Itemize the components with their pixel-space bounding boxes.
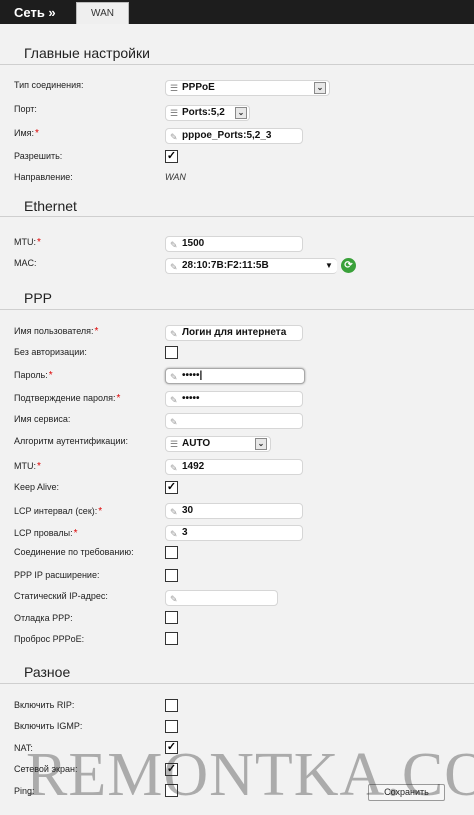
username-input[interactable]: ✎ Логин для интернета: [165, 325, 303, 341]
conn-type-label: Тип соединения:: [14, 80, 84, 90]
lcp-interval-label: LCP интервал (сек):*: [14, 506, 103, 517]
section-title-ethernet: Ethernet: [24, 198, 77, 214]
required-asterisk: *: [37, 461, 41, 472]
required-asterisk: *: [37, 237, 41, 248]
auth-algo-value: AUTO: [182, 438, 211, 449]
on-demand-checkbox[interactable]: [165, 546, 178, 559]
rip-checkbox[interactable]: [165, 699, 178, 712]
triangle-down-icon[interactable]: ▼: [325, 261, 333, 270]
lcp-interval-input[interactable]: ✎ 30: [165, 503, 303, 519]
password-confirm-input[interactable]: ✎ •••••: [165, 391, 303, 407]
breadcrumb[interactable]: Сеть »: [14, 5, 56, 20]
service-label: Имя сервиса:: [14, 414, 71, 424]
on-demand-label: Соединение по требованию:: [14, 547, 134, 557]
name-label: Имя:*: [14, 128, 39, 139]
required-asterisk: *: [116, 393, 121, 404]
section-title-misc: Разное: [24, 664, 71, 680]
conn-type-value: PPPoE: [182, 82, 215, 93]
rip-label: Включить RIP:: [14, 700, 75, 710]
port-label: Порт:: [14, 104, 37, 114]
required-asterisk: *: [48, 370, 53, 381]
eth-mtu-input[interactable]: ✎ 1500: [165, 236, 303, 252]
auth-algo-select[interactable]: ☰ AUTO ⌄: [165, 436, 271, 452]
divider: [0, 216, 474, 217]
ppp-ip-ext-label: PPP IP расширение:: [14, 570, 100, 580]
static-ip-label: Статический IP-адрес:: [14, 591, 108, 601]
static-ip-input[interactable]: ✎: [165, 590, 278, 606]
required-asterisk: *: [35, 128, 39, 139]
igmp-label: Включить IGMP:: [14, 721, 83, 731]
refresh-icon[interactable]: ⟳: [341, 258, 356, 273]
top-bar: Сеть » WAN: [0, 0, 474, 24]
list-icon: ☰: [170, 83, 179, 93]
direction-value: WAN: [165, 172, 186, 182]
password-label: Пароль:*: [14, 370, 53, 381]
username-label: Имя пользователя:*: [14, 326, 99, 337]
tab-wan[interactable]: WAN: [76, 2, 129, 24]
igmp-checkbox[interactable]: [165, 720, 178, 733]
password-confirm-label: Подтверждение пароля:*: [14, 393, 121, 404]
section-title-ppp: PPP: [24, 290, 53, 306]
direction-label: Направление:: [14, 172, 73, 182]
service-input[interactable]: ✎: [165, 413, 303, 429]
pencil-icon: ✎: [170, 262, 178, 272]
noauth-checkbox[interactable]: [165, 346, 178, 359]
mac-label: MAC:: [14, 258, 37, 268]
keepalive-checkbox[interactable]: ✓: [165, 481, 178, 494]
pencil-icon: ✎: [170, 507, 178, 517]
pencil-icon: ✎: [170, 529, 178, 539]
ppp-ip-ext-checkbox[interactable]: [165, 569, 178, 582]
ppp-mtu-input[interactable]: ✎ 1492: [165, 459, 303, 475]
section-title-main: Главные настройки: [24, 45, 150, 61]
watermark: REMONTKA.COM: [26, 741, 474, 809]
pencil-icon: ✎: [170, 372, 178, 382]
list-icon: ☰: [170, 439, 179, 449]
ppp-mtu-label: MTU:*: [14, 461, 41, 472]
allow-label: Разрешить:: [14, 151, 63, 161]
pencil-icon: ✎: [170, 395, 178, 405]
divider: [0, 64, 474, 65]
pencil-icon: ✎: [170, 329, 178, 339]
pencil-icon: ✎: [170, 594, 178, 604]
noauth-label: Без авторизации:: [14, 347, 87, 357]
lcp-fails-input[interactable]: ✎ 3: [165, 525, 303, 541]
required-asterisk: *: [94, 326, 99, 337]
pencil-icon: ✎: [170, 417, 178, 427]
port-value: Ports:5,2: [182, 107, 225, 118]
chevron-down-icon[interactable]: ⌄: [235, 107, 247, 119]
allow-checkbox[interactable]: ✓: [165, 150, 178, 163]
divider: [0, 309, 474, 310]
auth-algo-label: Алгоритм аутентификации:: [14, 436, 129, 446]
keepalive-label: Keep Alive:: [14, 482, 60, 492]
password-input[interactable]: ✎ •••••|: [165, 368, 305, 384]
required-asterisk: *: [73, 528, 78, 539]
chevron-down-icon[interactable]: ⌄: [255, 438, 267, 450]
chevron-down-icon[interactable]: ⌄: [314, 82, 326, 94]
debug-checkbox[interactable]: [165, 611, 178, 624]
pppoe-passthrough-checkbox[interactable]: [165, 632, 178, 645]
mac-input[interactable]: ✎ 28:10:7B:F2:11:5B: [165, 258, 337, 274]
name-input[interactable]: ✎ pppoe_Ports:5,2_3: [165, 128, 303, 144]
pppoe-passthrough-label: Проброс PPPoE:: [14, 634, 85, 644]
conn-type-select[interactable]: ☰ PPPoE ⌄: [165, 80, 330, 96]
list-icon: ☰: [170, 108, 179, 118]
debug-label: Отладка PPP:: [14, 613, 73, 623]
required-asterisk: *: [98, 506, 103, 517]
pencil-icon: ✎: [170, 132, 178, 142]
pencil-icon: ✎: [170, 240, 178, 250]
lcp-fails-label: LCP провалы:*: [14, 528, 78, 539]
divider: [0, 683, 474, 684]
port-select[interactable]: ☰ Ports:5,2 ⌄: [165, 105, 250, 121]
pencil-icon: ✎: [170, 463, 178, 473]
eth-mtu-label: MTU:*: [14, 237, 41, 248]
